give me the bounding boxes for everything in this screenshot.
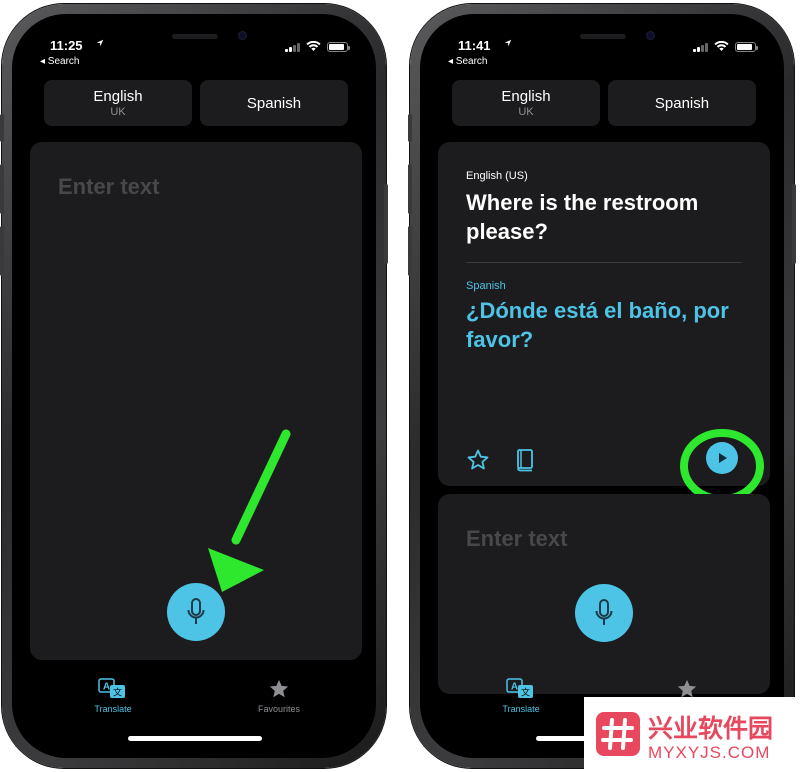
source-language-name: English	[93, 88, 143, 105]
dictionary-book-icon[interactable]	[514, 448, 536, 472]
side-button	[384, 184, 388, 264]
watermark: 兴业软件园 MYXYJS.COM	[584, 697, 800, 772]
svg-text:A: A	[103, 682, 110, 693]
volume-up-button	[408, 164, 412, 214]
star-icon	[269, 679, 289, 698]
text-input-card[interactable]: Enter text	[30, 142, 362, 660]
target-language-name: Spanish	[654, 95, 710, 112]
source-language-button[interactable]: English UK	[44, 80, 192, 126]
right-screen: 11:41 ◂ Search English UK Spanish Englis…	[420, 14, 784, 758]
tab-favourites[interactable]: Favourites	[234, 678, 324, 714]
source-language-region: UK	[110, 106, 126, 118]
target-language-name: Spanish	[246, 95, 302, 112]
location-arrow-icon	[504, 39, 512, 47]
cellular-signal-icon	[285, 42, 300, 52]
front-camera	[238, 31, 247, 40]
source-language-name: English	[501, 88, 551, 105]
source-language-button[interactable]: English UK	[452, 80, 600, 126]
wifi-icon	[306, 41, 321, 51]
front-camera	[646, 31, 655, 40]
side-button	[792, 184, 796, 264]
volume-up-button	[0, 164, 4, 214]
back-to-search-link[interactable]: ◂ Search	[40, 56, 79, 67]
status-icons	[693, 41, 758, 52]
watermark-logo	[596, 712, 640, 756]
source-language-region: UK	[518, 106, 534, 118]
source-text: Where is the restroom please?	[466, 190, 699, 244]
favourite-star-icon[interactable]	[466, 448, 490, 472]
home-indicator[interactable]	[128, 736, 262, 741]
watermark-subtitle: MYXYJS.COM	[648, 743, 771, 762]
target-language-button[interactable]: Spanish	[200, 80, 348, 126]
battery-icon	[735, 41, 758, 52]
battery-icon	[327, 41, 350, 52]
status-icons	[285, 41, 350, 52]
volume-down-button	[408, 226, 412, 276]
cellular-signal-icon	[693, 42, 708, 52]
svg-text:文: 文	[113, 687, 122, 699]
target-language-label: Spanish	[466, 280, 506, 292]
status-time: 11:41	[458, 38, 491, 53]
speaker	[580, 34, 626, 39]
microphone-button[interactable]	[575, 584, 633, 642]
volume-down-button	[0, 226, 4, 276]
tab-translate[interactable]: A 文 Translate	[476, 678, 566, 714]
notch	[528, 14, 676, 46]
source-language-label: English (US)	[466, 170, 528, 182]
status-time: 11:25	[50, 38, 83, 53]
translate-icon: A 文	[506, 678, 533, 699]
divider	[466, 262, 742, 263]
wifi-icon	[714, 41, 729, 51]
tab-favourites-label: Favourites	[257, 704, 301, 714]
enter-text-placeholder[interactable]: Enter text	[58, 174, 159, 200]
tab-translate-label: Translate	[502, 704, 540, 714]
target-language-button[interactable]: Spanish	[608, 80, 756, 126]
text-input-card[interactable]: Enter text	[438, 494, 770, 694]
enter-text-placeholder[interactable]: Enter text	[466, 526, 567, 552]
annotation-arrow	[208, 429, 291, 592]
hash-logo-icon	[601, 718, 634, 750]
location-arrow-icon	[96, 39, 104, 47]
tab-translate[interactable]: A 文 Translate	[68, 678, 158, 714]
silent-switch	[0, 114, 4, 142]
watermark-title: 兴业软件园	[648, 715, 774, 743]
silent-switch	[408, 114, 412, 142]
notch	[120, 14, 268, 46]
speaker	[172, 34, 218, 39]
svg-text:文: 文	[521, 687, 530, 699]
translate-icon: A 文	[98, 678, 125, 699]
tab-bar: A 文 Translate Favourites	[12, 674, 376, 744]
right-phone: 11:41 ◂ Search English UK Spanish Englis…	[408, 4, 796, 768]
back-to-search-link[interactable]: ◂ Search	[448, 56, 487, 67]
microphone-icon	[595, 599, 613, 625]
tab-translate-label: Translate	[94, 704, 132, 714]
left-phone: 11:25 ◂ Search English UK Spanish Enter …	[0, 4, 388, 768]
left-screen: 11:25 ◂ Search English UK Spanish Enter …	[12, 14, 376, 758]
translated-text: ¿Dónde está el baño, por favor?	[466, 298, 729, 352]
svg-text:A: A	[511, 682, 518, 693]
